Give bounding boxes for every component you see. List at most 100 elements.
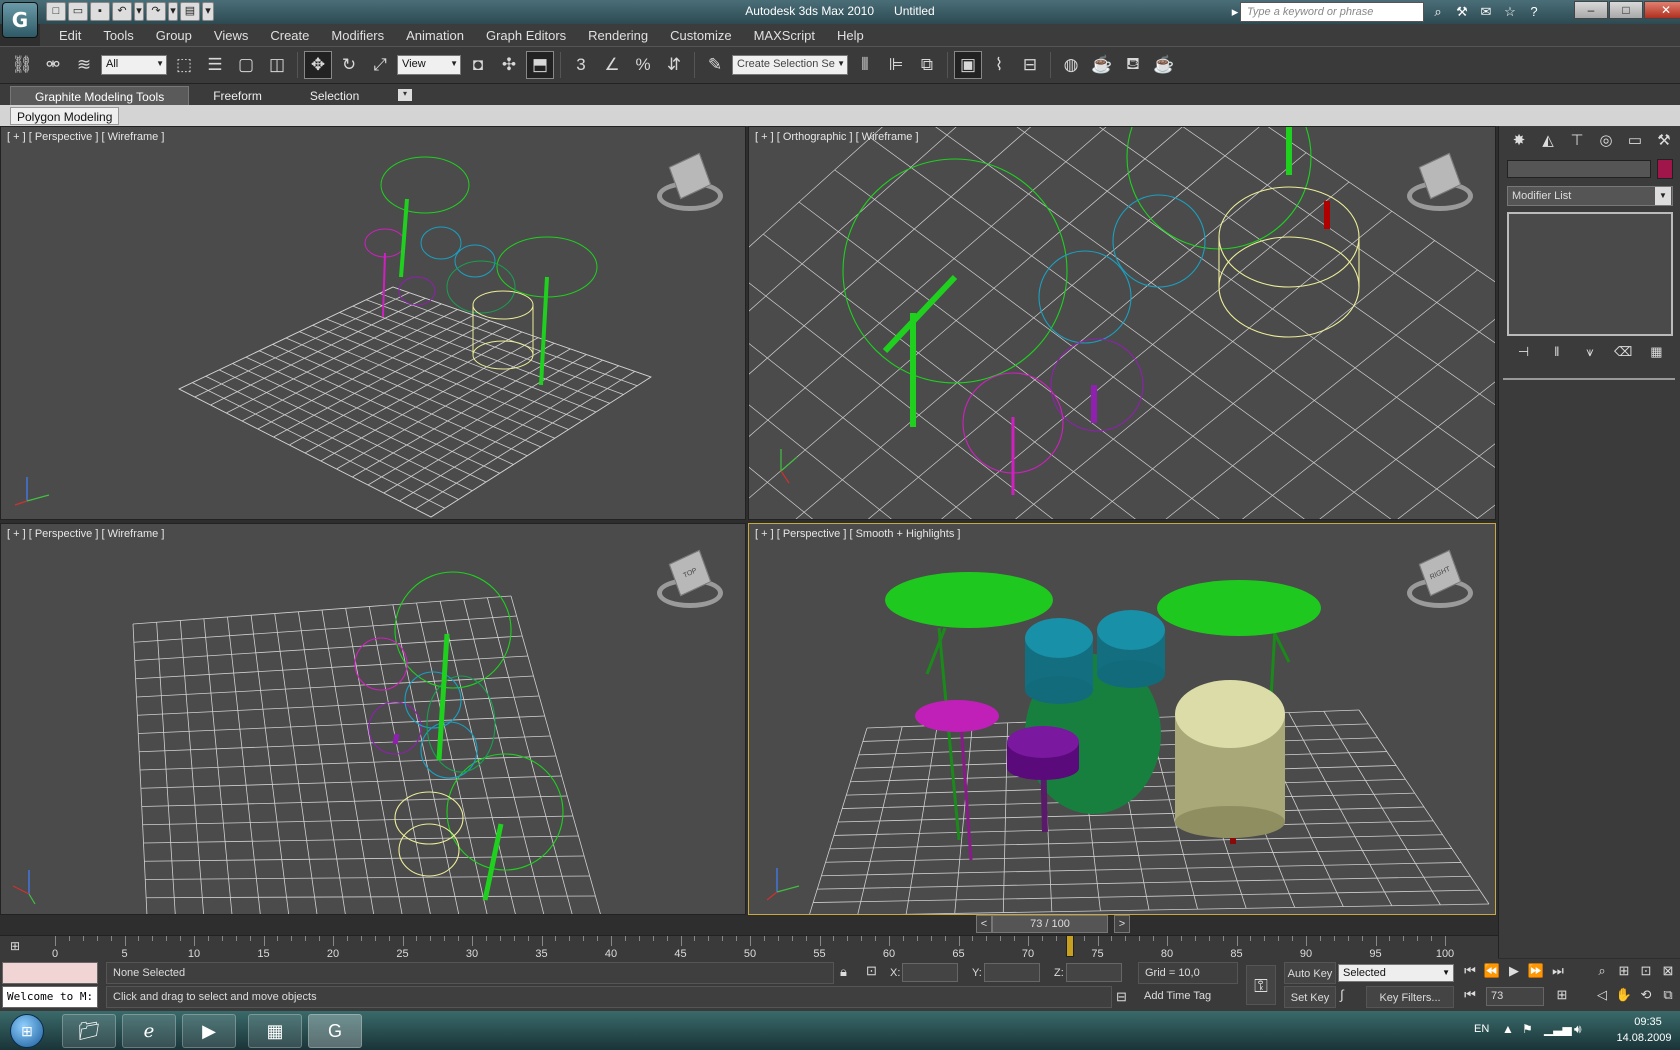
play-icon[interactable]: ▶ bbox=[1504, 963, 1524, 979]
menu-tools[interactable]: Tools bbox=[92, 28, 144, 43]
manipulate-icon[interactable]: ✣ bbox=[495, 51, 523, 79]
keyboard-shortcut-override-icon[interactable]: ⬒ bbox=[526, 51, 554, 79]
schematic-view-icon[interactable]: ⊟ bbox=[1016, 51, 1044, 79]
z-coordinate-field[interactable] bbox=[1066, 963, 1122, 982]
tab-selection[interactable]: Selection bbox=[286, 86, 383, 106]
viewport-label[interactable]: [ + ] [ Perspective ] [ Wireframe ] bbox=[7, 528, 164, 540]
viewport-top-right[interactable]: [ + ] [ Orthographic ] [ Wireframe ] bbox=[748, 126, 1496, 520]
named-selection-sets-dropdown[interactable]: Create Selection Se bbox=[732, 55, 848, 75]
ribbon-minimize-icon[interactable]: ▾ bbox=[398, 89, 412, 101]
open-icon[interactable]: ▭ bbox=[68, 2, 88, 21]
viewport-bottom-right[interactable]: [ + ] [ Perspective ] [ Smooth + Highlig… bbox=[748, 523, 1496, 915]
clock-time[interactable]: 09:35 bbox=[1620, 1016, 1676, 1028]
display-tab-icon[interactable]: ▭ bbox=[1623, 130, 1647, 152]
binoculars-icon[interactable]: ⌕ bbox=[1428, 2, 1448, 21]
reference-coordinate-dropdown[interactable]: View bbox=[397, 55, 461, 75]
start-button[interactable]: ⊞ bbox=[2, 1011, 52, 1050]
select-and-scale-icon[interactable]: ⤢ bbox=[366, 51, 394, 79]
lock-icon[interactable]: 🔒︎ bbox=[840, 964, 847, 980]
polygon-modeling-panel[interactable]: Polygon Modeling bbox=[10, 107, 120, 125]
volume-icon[interactable]: 🔊︎ bbox=[1574, 1022, 1582, 1037]
explorer-taskbar-icon[interactable]: 📁︎ bbox=[62, 1014, 116, 1048]
track-bar[interactable]: ⊞ 0 5 10 15 20 25 30 35 40 45 50 55 60 65 70 75 80 85 90 95… bbox=[0, 935, 1498, 960]
new-icon[interactable]: □ bbox=[46, 2, 66, 21]
add-time-tag-button[interactable]: Add Time Tag bbox=[1138, 986, 1238, 1008]
key-mode-dropdown[interactable]: Selected bbox=[1338, 964, 1454, 982]
quick-render-icon[interactable]: ☕ bbox=[1150, 51, 1178, 79]
percent-snap-icon[interactable]: % bbox=[629, 51, 657, 79]
current-frame-marker[interactable] bbox=[1065, 935, 1074, 957]
pan-icon[interactable]: ✋ bbox=[1614, 987, 1634, 1003]
unlink-icon[interactable]: ⚮ bbox=[39, 51, 67, 79]
modifier-stack[interactable] bbox=[1507, 212, 1673, 336]
select-and-move-icon[interactable]: ✥ bbox=[304, 51, 332, 79]
show-end-result-icon[interactable]: ‖ bbox=[1547, 344, 1567, 360]
render-setup-icon[interactable]: ☕ bbox=[1088, 51, 1116, 79]
pivot-center-icon[interactable]: ◘ bbox=[464, 51, 492, 79]
select-object-icon[interactable]: ⬚ bbox=[170, 51, 198, 79]
menu-help[interactable]: Help bbox=[826, 28, 875, 43]
save-icon[interactable]: ▪ bbox=[90, 2, 110, 21]
select-and-link-icon[interactable]: ⛓ bbox=[8, 51, 36, 79]
previous-frame-icon[interactable]: ⏪ bbox=[1482, 963, 1502, 979]
media-player-taskbar-icon[interactable]: ▶ bbox=[182, 1014, 236, 1048]
spinner-snap-icon[interactable]: ⇵ bbox=[660, 51, 688, 79]
modifier-list-dropdown[interactable]: Modifier List bbox=[1507, 186, 1673, 206]
edit-named-selection-icon[interactable]: ✎ bbox=[701, 51, 729, 79]
next-frame-icon[interactable]: ⏩ bbox=[1526, 963, 1546, 979]
zoom-extents-icon[interactable]: ⊡ bbox=[1636, 963, 1656, 979]
show-hidden-icons-icon[interactable]: ▲ bbox=[1502, 1022, 1514, 1036]
align-icon[interactable]: ⊫ bbox=[882, 51, 910, 79]
3dsmax-taskbar-icon[interactable]: G bbox=[308, 1014, 362, 1048]
window-crossing-icon[interactable]: ◫ bbox=[263, 51, 291, 79]
network-icon[interactable]: ▁▃▅ bbox=[1544, 1022, 1572, 1036]
menu-rendering[interactable]: Rendering bbox=[577, 28, 659, 43]
qat-dropdown-icon[interactable]: ▾ bbox=[202, 2, 214, 21]
go-to-end-icon[interactable]: ⏭ bbox=[1548, 963, 1568, 979]
create-tab-icon[interactable]: ✸ bbox=[1507, 130, 1531, 152]
viewcube[interactable] bbox=[655, 152, 725, 223]
snaps-toggle-icon[interactable]: 3 bbox=[567, 51, 595, 79]
chevron-down-icon[interactable]: ▼ bbox=[1655, 187, 1671, 205]
search-input[interactable]: Type a keyword or phrase bbox=[1240, 2, 1424, 22]
undo-dropdown-icon[interactable]: ▾ bbox=[134, 2, 144, 21]
menu-group[interactable]: Group bbox=[145, 28, 203, 43]
viewport-top-left[interactable]: [ + ] [ Perspective ] [ Wireframe ] bbox=[0, 126, 746, 520]
zoom-icon[interactable]: ⌕ bbox=[1592, 963, 1612, 979]
configure-sets-icon[interactable]: ▦ bbox=[1646, 344, 1666, 360]
tools-icon[interactable]: ⚒ bbox=[1452, 2, 1472, 21]
modify-tab-icon[interactable]: ◭ bbox=[1536, 130, 1560, 152]
maxscript-listener-output[interactable] bbox=[2, 962, 98, 984]
layer-manager-icon[interactable]: ⧉ bbox=[913, 51, 941, 79]
tab-freeform[interactable]: Freeform bbox=[189, 86, 286, 106]
current-frame-field[interactable]: 73 bbox=[1486, 987, 1544, 1006]
make-unique-icon[interactable]: ⩛ bbox=[1580, 344, 1600, 360]
viewcube[interactable]: RIGHT bbox=[1405, 549, 1475, 620]
help-icon[interactable]: ? bbox=[1524, 2, 1544, 21]
select-and-rotate-icon[interactable]: ↻ bbox=[335, 51, 363, 79]
field-of-view-icon[interactable]: ◁ bbox=[1592, 987, 1612, 1003]
redo-dropdown-icon[interactable]: ▾ bbox=[168, 2, 178, 21]
graphite-toggle-icon[interactable]: ▣ bbox=[954, 51, 982, 79]
bind-space-warp-icon[interactable]: ≋ bbox=[70, 51, 98, 79]
pin-stack-icon[interactable]: ⊣ bbox=[1514, 344, 1534, 360]
close-button[interactable]: ✕ bbox=[1644, 1, 1680, 19]
orbit-icon[interactable]: ⟲ bbox=[1636, 987, 1656, 1003]
hierarchy-tab-icon[interactable]: ⊤ bbox=[1565, 130, 1589, 152]
file-manager-taskbar-icon[interactable]: ▦ bbox=[248, 1014, 302, 1048]
motion-tab-icon[interactable]: ◎ bbox=[1594, 130, 1618, 152]
set-key-button[interactable]: Set Key bbox=[1284, 986, 1336, 1008]
viewport-label[interactable]: [ + ] [ Perspective ] [ Smooth + Highlig… bbox=[755, 528, 960, 540]
maxscript-listener-input[interactable]: Welcome to M: bbox=[2, 986, 98, 1008]
viewcube[interactable] bbox=[1405, 152, 1475, 223]
go-to-start-icon[interactable]: ⏮ bbox=[1460, 963, 1480, 979]
time-slider-next[interactable]: > bbox=[1114, 915, 1130, 933]
menu-customize[interactable]: Customize bbox=[659, 28, 742, 43]
time-configuration-icon[interactable]: ⊞ bbox=[1552, 987, 1572, 1003]
mirror-icon[interactable]: ⫴ bbox=[851, 51, 879, 79]
minimize-button[interactable]: – bbox=[1574, 1, 1608, 19]
time-tag-icon[interactable]: ⊟ bbox=[1116, 989, 1127, 1005]
select-by-name-icon[interactable]: ☰ bbox=[201, 51, 229, 79]
absolute-relative-icon[interactable]: ⊡ bbox=[866, 963, 877, 979]
menu-graph-editors[interactable]: Graph Editors bbox=[475, 28, 577, 43]
